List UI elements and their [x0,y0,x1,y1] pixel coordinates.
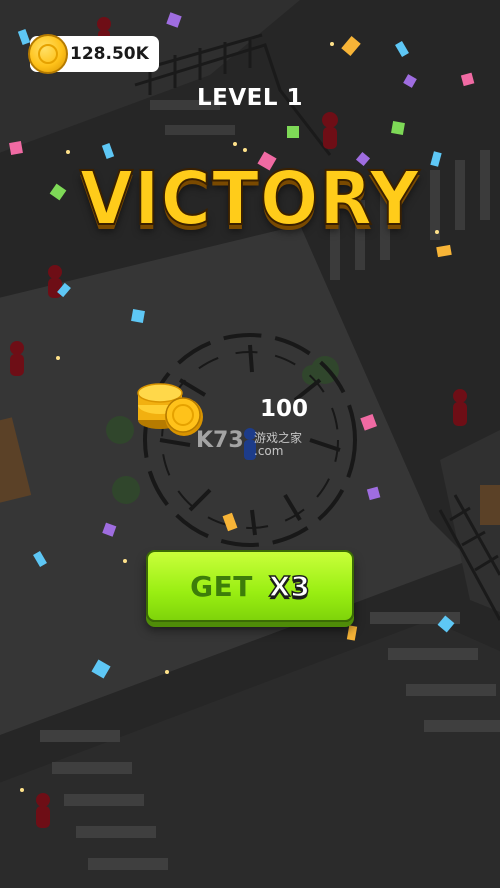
watermark-logo: K73 [196,428,244,453]
crate-right [480,485,500,525]
reward-amount: 100 [260,396,309,422]
get-x3-button[interactable]: GET X3 [146,550,354,622]
city-background [0,0,500,888]
watermark-domain: .com [254,444,284,458]
level-label: LEVEL 1 [196,85,304,111]
get-button-label: GET [190,569,253,603]
coin-icon [28,34,68,74]
watermark-caption: 游戏之家 .com [254,432,302,458]
multiplier-label: X3 [268,569,311,604]
victory-title: VICTORY [79,155,421,243]
coin-balance-display: 128.50K [28,34,159,74]
coin-balance-value: 128.50K [70,44,149,64]
